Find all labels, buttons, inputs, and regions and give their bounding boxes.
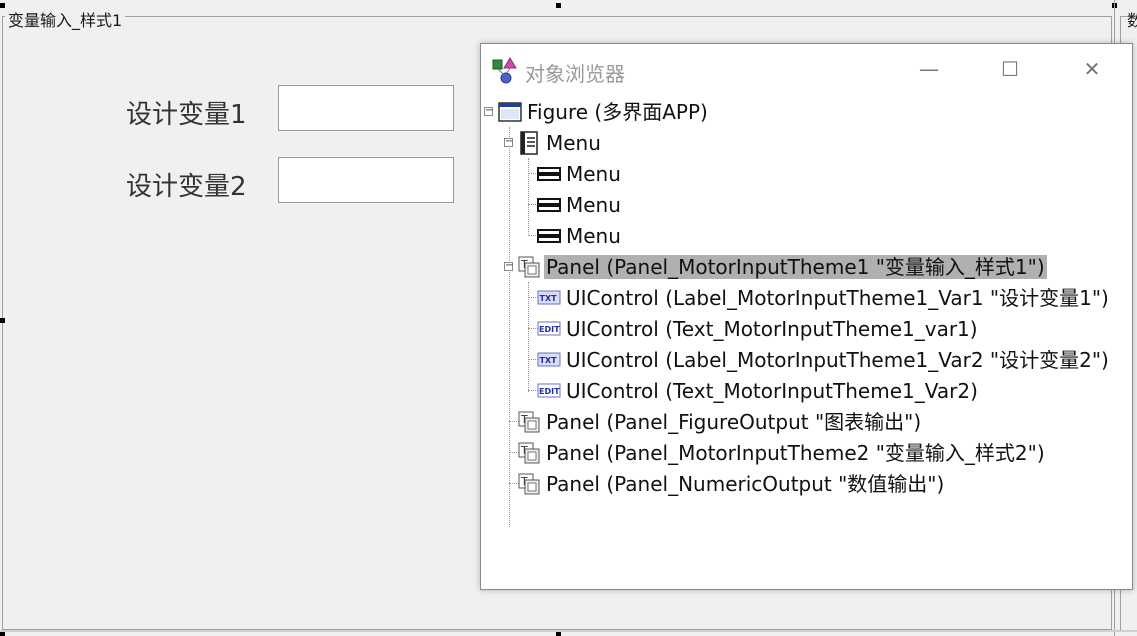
panel-icon: T	[518, 442, 540, 463]
resize-handle[interactable]	[0, 3, 5, 8]
maximize-button[interactable]: ☐	[990, 54, 1030, 86]
object-browser-window[interactable]: 对象浏览器 — ☐ ✕ − − − Figure (多界面APP) Menu M…	[480, 43, 1133, 590]
tree-item-label: UIControl (Text_MotorInputTheme1_var1)	[566, 316, 978, 341]
menu-item-icon	[537, 166, 561, 181]
tree-item-menu-child[interactable]: Menu	[537, 220, 623, 251]
menu-item-icon	[537, 197, 561, 212]
minimize-button[interactable]: —	[909, 54, 949, 86]
collapse-toggle[interactable]: −	[484, 106, 493, 116]
menu-doc-icon	[520, 130, 538, 155]
tree-item-label: UIControl (Label_MotorInputTheme1_Var2 "…	[566, 347, 1109, 372]
object-tree[interactable]: − − − Figure (多界面APP) Menu Menu Menu Men…	[481, 96, 1132, 586]
tree-item-label: Menu	[566, 161, 621, 186]
tree-item-menu[interactable]: Menu	[517, 127, 603, 158]
tree-connector	[509, 127, 510, 527]
tree-connector	[528, 158, 529, 236]
tree-item-panel-motor-input-theme2[interactable]: T Panel (Panel_MotorInputTheme2 "变量输入_样式…	[517, 437, 1047, 468]
panel-title: 变量输入_样式1	[5, 7, 126, 31]
tree-item-label: Menu	[546, 130, 601, 155]
tree-item-uicontrol-label-var2[interactable]: TXT UIControl (Label_MotorInputTheme1_Va…	[537, 344, 1111, 375]
var1-label: 设计变量1	[126, 100, 247, 130]
svg-text:TXT: TXT	[540, 294, 558, 303]
collapse-toggle[interactable]: −	[504, 261, 513, 271]
tree-item-panel-motor-input-theme1[interactable]: T Panel (Panel_MotorInputTheme1 "变量输入_样式…	[517, 251, 1047, 282]
txt-label-icon: TXT	[537, 290, 561, 304]
tree-item-uicontrol-text-var2[interactable]: EDIT UIControl (Text_MotorInputTheme1_Va…	[537, 375, 980, 406]
tree-item-label: Panel (Panel_NumericOutput "数值输出")	[546, 471, 945, 496]
tree-item-panel-figure-output[interactable]: T Panel (Panel_FigureOutput "图表输出")	[517, 406, 923, 437]
tree-item-label: Menu	[566, 223, 621, 248]
edit-text-icon: EDIT	[537, 321, 561, 335]
tree-item-label: UIControl (Label_MotorInputTheme1_Var1 "…	[566, 285, 1109, 310]
svg-text:TXT: TXT	[540, 356, 558, 365]
resize-handle[interactable]	[0, 318, 5, 323]
tree-item-label: Panel (Panel_FigureOutput "图表输出")	[546, 409, 922, 434]
object-browser-app-icon	[492, 57, 517, 84]
tree-connector	[528, 282, 529, 392]
resize-handle[interactable]	[556, 3, 561, 8]
var2-input[interactable]	[278, 157, 454, 203]
var1-input[interactable]	[278, 85, 454, 131]
tree-item-figure[interactable]: Figure (多界面APP)	[498, 96, 710, 127]
panel-icon: T	[518, 256, 540, 277]
tree-item-label: UIControl (Text_MotorInputTheme1_Var2)	[566, 378, 978, 403]
canvas-bottom-edge	[0, 630, 1137, 632]
svg-text:EDIT: EDIT	[539, 387, 560, 396]
tree-item-label: Panel (Panel_MotorInputTheme1 "变量输入_样式1"…	[544, 254, 1047, 279]
close-button[interactable]: ✕	[1072, 54, 1112, 86]
tree-item-uicontrol-text-var1[interactable]: EDIT UIControl (Text_MotorInputTheme1_va…	[537, 313, 980, 344]
adjacent-panel-title: 数	[1127, 11, 1137, 30]
collapse-toggle[interactable]: −	[504, 137, 513, 147]
window-title: 对象浏览器	[525, 62, 625, 86]
tree-item-menu-child[interactable]: Menu	[537, 189, 623, 220]
tree-item-label: Menu	[566, 192, 621, 217]
tree-item-uicontrol-label-var1[interactable]: TXT UIControl (Label_MotorInputTheme1_Va…	[537, 282, 1111, 313]
tree-item-menu-child[interactable]: Menu	[537, 158, 623, 189]
tree-item-label: Figure (多界面APP)	[527, 99, 708, 124]
txt-label-icon: TXT	[537, 352, 561, 366]
title-bar[interactable]: 对象浏览器 — ☐ ✕	[481, 44, 1132, 96]
panel-icon: T	[518, 411, 540, 432]
panel-icon: T	[518, 473, 540, 494]
tree-item-panel-numeric-output[interactable]: T Panel (Panel_NumericOutput "数值输出")	[517, 468, 946, 499]
var2-label: 设计变量2	[126, 172, 247, 202]
edit-text-icon: EDIT	[537, 383, 561, 397]
menu-item-icon	[537, 228, 561, 243]
tree-item-label: Panel (Panel_MotorInputTheme2 "变量输入_样式2"…	[546, 440, 1045, 465]
figure-window-icon	[498, 101, 522, 122]
svg-text:EDIT: EDIT	[539, 325, 560, 334]
